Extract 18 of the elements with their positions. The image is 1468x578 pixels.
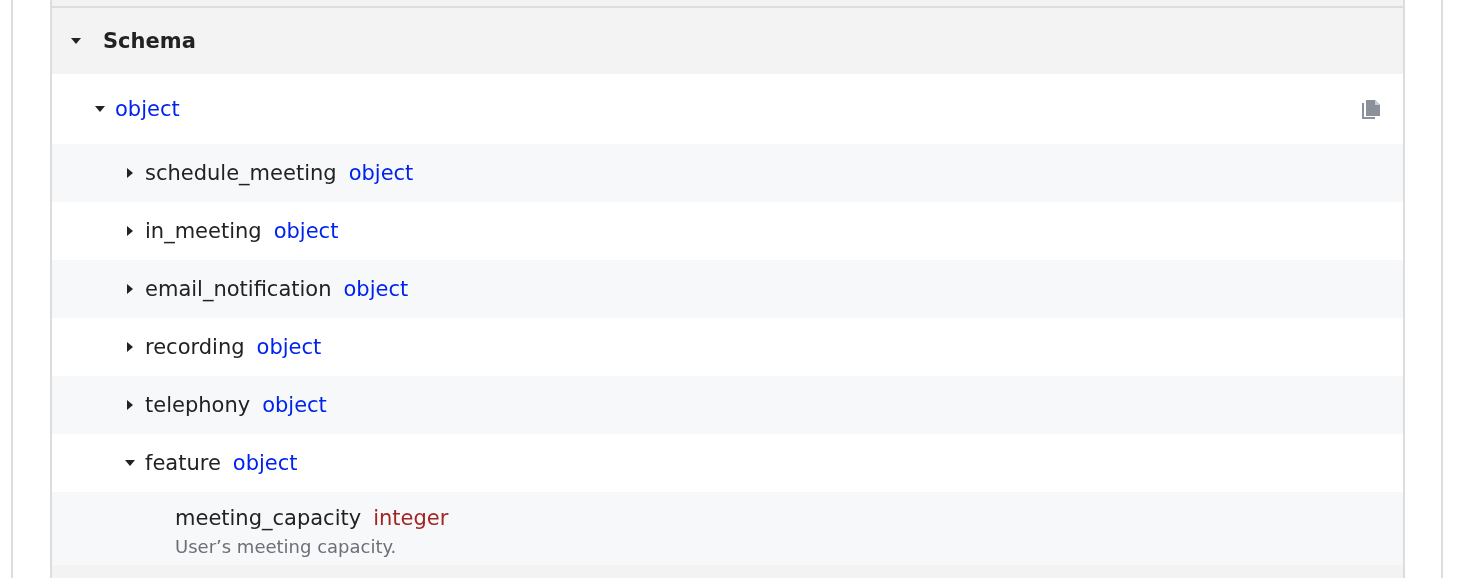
property-type[interactable]: object: [232, 451, 298, 475]
property-name[interactable]: schedule_meeting: [145, 161, 337, 185]
property-name[interactable]: email_notification: [145, 277, 332, 301]
property-type[interactable]: object: [273, 219, 339, 243]
property-type[interactable]: object: [115, 97, 180, 121]
property-name[interactable]: feature: [145, 451, 221, 475]
property-type[interactable]: object: [348, 161, 414, 185]
property-name[interactable]: telephony: [145, 393, 251, 417]
property-type: integer: [373, 506, 449, 530]
property-name[interactable]: recording: [145, 335, 245, 359]
property-type[interactable]: object: [256, 335, 322, 359]
property-type[interactable]: object: [262, 393, 327, 417]
copy-icon[interactable]: [1361, 98, 1381, 120]
property-name: meeting_capacity: [175, 506, 362, 530]
property-type[interactable]: object: [343, 277, 409, 301]
section-title[interactable]: Schema: [103, 29, 196, 53]
property-name[interactable]: in_meeting: [145, 219, 262, 243]
property-description: User’s meeting capacity.: [175, 536, 398, 557]
